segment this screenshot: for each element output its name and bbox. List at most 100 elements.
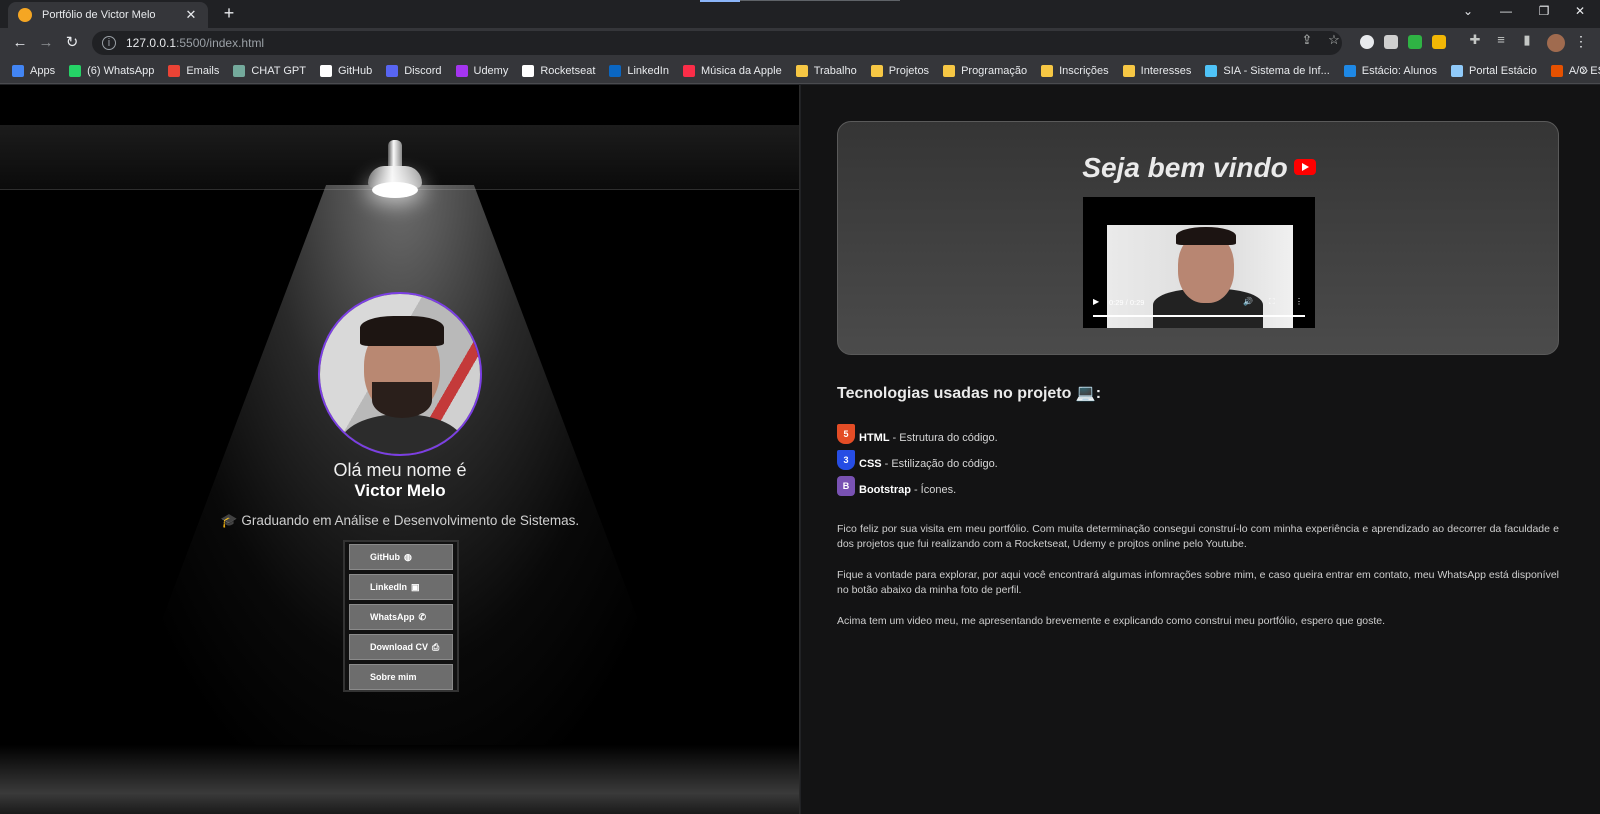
forward-icon[interactable]: → — [36, 34, 56, 52]
bookmark-icon — [1451, 64, 1463, 77]
bookmark-label: Programação — [961, 64, 1028, 77]
bookmark-item[interactable]: Música da Apple — [682, 64, 782, 77]
tech-item: 3 CSS - Estilização do código. — [837, 444, 998, 470]
bookmark-item[interactable]: SIA - Sistema de Inf... — [1205, 64, 1330, 77]
tech-description: - Estilização do código. — [884, 458, 998, 470]
extension-yellow-icon[interactable] — [1432, 35, 1446, 49]
extension-add-icon[interactable] — [1360, 35, 1374, 49]
reading-list-icon[interactable]: ≡ — [1492, 32, 1510, 47]
linkedin-button[interactable]: LinkedIn ▣ — [349, 574, 453, 600]
bookmark-label: LinkedIn — [627, 64, 669, 77]
tab-bar: Portfólio de Victor Melo ✕ + ⌄ — ❐ ✕ — [0, 0, 1600, 28]
document-download-icon: ⎙ — [432, 641, 440, 652]
whatsapp-icon: ✆ — [418, 611, 427, 622]
video-more-icon[interactable]: ⋮ — [1295, 297, 1303, 306]
share-icon[interactable]: ⇪ — [1298, 32, 1316, 48]
extension-qr-icon[interactable] — [1384, 35, 1398, 49]
bookmark-label: SIA - Sistema de Inf... — [1223, 64, 1330, 77]
bookmark-icon — [943, 64, 956, 77]
whatsapp-button[interactable]: WhatsApp ✆ — [349, 604, 453, 630]
bookmark-icon — [12, 64, 24, 77]
html-icon: 5 — [837, 424, 855, 444]
bookmark-icon — [609, 64, 622, 77]
bookmark-item[interactable]: Programação — [943, 64, 1028, 77]
tab-strip-line — [740, 0, 900, 1]
linkedin-icon: ▣ — [411, 581, 420, 592]
bookmarks-bar: Apps (6) WhatsApp Emails CHAT GPT GitHub Disc… — [0, 58, 1600, 84]
intro-paragraph: Fico feliz por sua visita em meu portfól… — [837, 523, 1559, 550]
tech-name: HTML — [859, 432, 890, 444]
whatsapp-button-label: WhatsApp — [370, 612, 415, 622]
bookmark-icon — [168, 64, 181, 77]
greeting-text: Olá meu nome é — [333, 460, 467, 480]
tech-name: Bootstrap — [859, 484, 911, 496]
bookmark-icon — [319, 64, 332, 77]
download-cv-button-label: Download CV — [370, 642, 428, 652]
close-window-button[interactable]: ✕ — [1570, 4, 1590, 18]
bookmark-label: Rocketseat — [540, 64, 596, 77]
loading-indicator — [700, 0, 740, 2]
bookmark-label: Inscrições — [1059, 64, 1109, 77]
extensions-puzzle-icon[interactable]: ✚ — [1466, 32, 1484, 48]
bookmark-icon — [522, 64, 535, 77]
profile-avatar[interactable] — [1547, 34, 1565, 52]
tab-search-icon[interactable]: ⌄ — [1458, 4, 1478, 18]
download-cv-button[interactable]: Download CV ⎙ — [349, 634, 453, 660]
bookmark-item[interactable]: Interesses — [1122, 64, 1192, 77]
bookmark-item[interactable]: Apps — [12, 64, 56, 77]
intro-video[interactable]: ▶ 0:29 / 0:29 🔊 ⛶ ⋮ — [1083, 197, 1315, 328]
info-panel: Seja bem vindo ▶ 0:29 / 0:29 🔊 ⛶ ⋮ Tecno… — [801, 85, 1600, 814]
bookmark-item[interactable]: LinkedIn — [609, 64, 669, 77]
restore-button[interactable]: ❐ — [1534, 4, 1554, 18]
back-icon[interactable]: ← — [10, 34, 30, 52]
bookmark-icon — [870, 64, 883, 77]
video-paragraph: Acima tem um video meu, me apresentando … — [837, 615, 1386, 627]
bookmark-item[interactable]: Estácio: Alunos — [1343, 64, 1437, 77]
bookmark-item[interactable]: Udemy — [455, 64, 508, 77]
extension-pr-icon[interactable] — [1408, 35, 1422, 49]
bootstrap-icon: B — [837, 476, 855, 496]
side-panel-icon[interactable]: ▮ — [1518, 32, 1536, 48]
video-time: 0:29 / 0:29 — [1109, 298, 1145, 307]
bookmark-label: Estácio: Alunos — [1361, 64, 1437, 77]
bookmark-item[interactable]: (6) WhatsApp — [69, 64, 154, 77]
github-button[interactable]: GitHub ◍ — [349, 544, 453, 570]
play-icon[interactable]: ▶ — [1093, 297, 1099, 306]
bookmark-star-icon[interactable]: ☆ — [1325, 32, 1343, 48]
github-icon: ◍ — [404, 551, 412, 562]
bookmark-item[interactable]: Inscrições — [1041, 64, 1109, 77]
browser-tab[interactable]: Portfólio de Victor Melo ✕ — [8, 2, 208, 28]
bookmark-item[interactable]: Discord — [386, 64, 442, 77]
bookmark-label: GitHub — [337, 64, 373, 77]
bookmark-item[interactable]: GitHub — [319, 64, 373, 77]
bookmark-item[interactable]: Trabalho — [795, 64, 857, 77]
close-tab-icon[interactable]: ✕ — [184, 7, 198, 23]
video-progress-bar[interactable] — [1093, 315, 1305, 317]
about-me-button[interactable]: Sobre mim — [349, 664, 453, 690]
bookmark-item[interactable]: Rocketseat — [522, 64, 596, 77]
css-icon: 3 — [837, 450, 855, 470]
bookmarks-more-button[interactable]: » — [1581, 63, 1588, 77]
volume-icon[interactable]: 🔊 — [1243, 297, 1253, 306]
bookmark-label: Discord — [404, 64, 442, 77]
minimize-button[interactable]: — — [1496, 4, 1516, 18]
bookmark-item[interactable]: Projetos — [870, 64, 929, 77]
address-bar[interactable]: i 127.0.0.1:5500/index.html — [92, 31, 1342, 55]
contact-paragraph: Fique a vontade para explorar, por aqui … — [837, 569, 1559, 596]
bookmark-item[interactable]: Portal Estácio — [1451, 64, 1537, 77]
url-path: :5500/index.html — [176, 36, 265, 50]
fullscreen-icon[interactable]: ⛶ — [1269, 297, 1275, 307]
github-button-label: GitHub — [370, 552, 400, 562]
bookmark-item[interactable]: Emails — [168, 64, 219, 77]
favicon-icon — [18, 8, 32, 22]
spotlight-lamp-icon — [364, 140, 424, 202]
tech-item: B Bootstrap - Ícones. — [837, 470, 998, 496]
site-info-icon[interactable]: i — [102, 36, 116, 50]
bookmark-label: Interesses — [1140, 64, 1192, 77]
reload-icon[interactable]: ↻ — [62, 34, 82, 52]
new-tab-button[interactable]: + — [218, 3, 240, 24]
menu-dots-icon[interactable]: ⋮ — [1574, 33, 1588, 50]
bookmark-item[interactable]: A/C ESTÁCIO — [1550, 64, 1600, 77]
bookmark-label: Apps — [30, 64, 56, 77]
bookmark-item[interactable]: CHAT GPT — [233, 64, 306, 77]
